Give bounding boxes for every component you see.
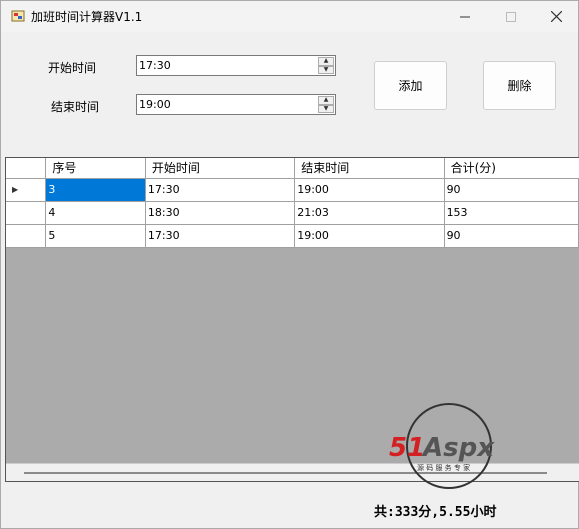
minimize-icon [460,16,470,17]
spin-down-icon[interactable]: ▼ [318,104,334,113]
spin-up-icon[interactable]: ▲ [318,57,334,66]
current-row-indicator-icon[interactable]: ▶ [6,178,47,202]
app-icon [11,10,25,22]
start-time-spinner[interactable]: ▲ ▼ [318,57,334,74]
close-icon [550,11,562,22]
end-time-picker[interactable]: 19:00 ▲ ▼ [136,94,336,115]
table-cell[interactable]: 3 [45,178,146,202]
maximize-icon [506,11,516,22]
table-cell[interactable]: 17:30 [145,224,296,248]
start-time-value[interactable]: 17:30 [139,59,171,72]
start-time-label: 开始时间 [48,61,97,75]
add-button[interactable]: 添加 [374,61,447,110]
delete-button[interactable]: 删除 [483,61,556,110]
table-cell[interactable]: 5 [45,224,146,248]
table-header-row: 序号 开始时间 结束时间 合计(分) [6,158,579,179]
spin-down-icon[interactable]: ▼ [318,65,334,74]
window-title: 加班时间计算器V1.1 [31,10,143,24]
column-header-id[interactable]: 序号 [45,158,146,179]
table-row[interactable]: 5 17:30 19:00 90 [6,224,579,248]
summary-total: 共:333分,5.55小时 [374,505,497,520]
table-cell[interactable]: 19:00 [294,178,445,202]
column-header-start[interactable]: 开始时间 [145,158,296,179]
table-cell[interactable]: 21:03 [294,201,445,225]
table-cell[interactable]: 4 [45,201,146,225]
end-time-spinner[interactable]: ▲ ▼ [318,96,334,113]
main-window: 加班时间计算器V1.1 开始时间 17:30 ▲ ▼ 结束时间 19:00 ▲ … [0,0,579,529]
maximize-button[interactable] [488,1,534,32]
watermark-brand-5: 51 [389,433,425,463]
table-cell[interactable]: 19:00 [294,224,445,248]
close-button[interactable] [533,1,579,32]
table-cell[interactable]: 90 [444,224,579,248]
table-row[interactable]: ▶ 3 17:30 19:00 90 [6,178,579,202]
table-cell[interactable]: 90 [444,178,579,202]
minimize-button[interactable] [442,1,488,32]
title-bar: 加班时间计算器V1.1 [1,1,578,32]
column-header-end[interactable]: 结束时间 [294,158,445,179]
end-time-value[interactable]: 19:00 [139,98,171,111]
row-header-corner [6,158,47,179]
spin-up-icon[interactable]: ▲ [318,96,334,105]
watermark-logo: 51 Aspx 源 码 服 务 专 家 [389,403,495,489]
records-table: 序号 开始时间 结束时间 合计(分) ▶ 3 17:30 19:00 90 4 [6,158,579,248]
watermark-tagline: 源 码 服 务 专 家 [417,463,470,472]
table-cell[interactable]: 17:30 [145,178,296,202]
watermark-brand-aspx: Aspx [421,433,495,463]
start-time-picker[interactable]: 17:30 ▲ ▼ [136,55,336,76]
table-row[interactable]: 4 18:30 21:03 153 [6,201,579,225]
column-header-total[interactable]: 合计(分) [444,158,579,179]
end-time-label: 结束时间 [51,100,100,114]
table-cell[interactable]: 18:30 [145,201,296,225]
row-header[interactable] [6,201,47,225]
row-header[interactable] [6,224,47,248]
table-cell[interactable]: 153 [444,201,579,225]
